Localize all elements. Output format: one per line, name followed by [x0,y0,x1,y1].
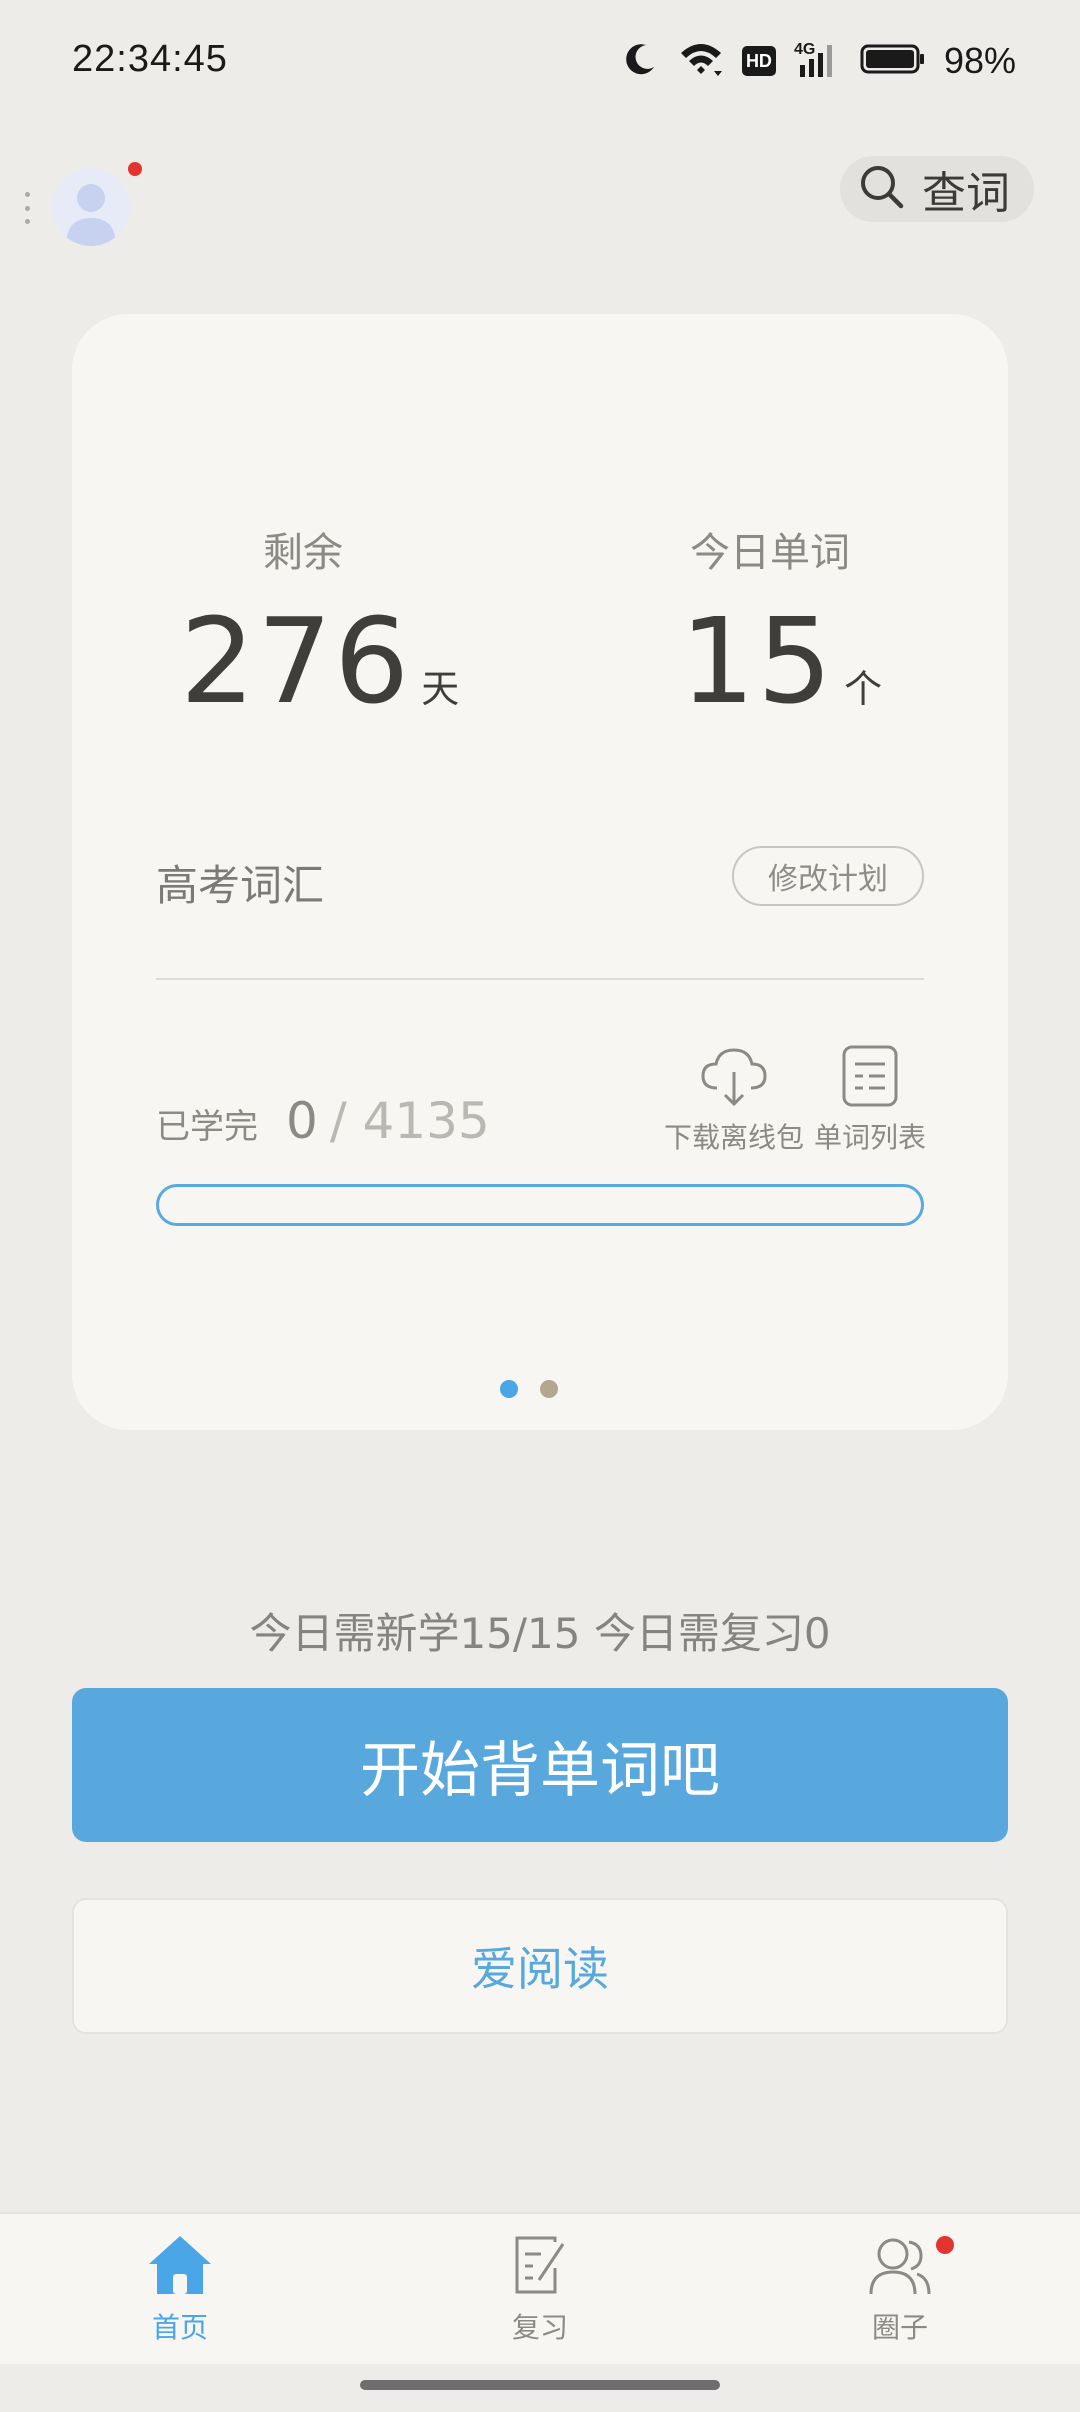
home-indicator[interactable] [360,2380,720,2390]
plan-name: 高考词汇 [156,861,325,910]
remaining-unit: 天 [421,667,460,711]
status-time: 22:34:45 [72,38,228,80]
cloud-download-icon [699,1044,769,1112]
today-summary: 今日需新学15/15 今日需复习0 [249,1609,831,1658]
pager-dot-1[interactable] [500,1380,518,1398]
reading-button[interactable]: 爱阅读 [72,1898,1008,2034]
user-icon [66,184,116,246]
search-label: 查词 [922,168,1010,219]
learned-progress-text: 已学完 0 / 4135 [156,1092,490,1150]
status-icons: HD 4G 98% [620,34,1016,88]
review-icon [511,2234,569,2300]
search-icon [858,163,906,215]
nav-item-review[interactable]: 复习 [440,2214,640,2366]
bottom-nav: 首页 复习 圈子 [0,2212,1080,2364]
learned-total: / 4135 [329,1092,490,1150]
hd-icon: HD [741,46,776,76]
signal-icon: 4G [794,41,842,81]
remaining-value: 276 [180,592,412,730]
moon-icon [620,39,660,83]
learned-count: 0 [286,1092,318,1150]
divider [156,978,924,980]
word-list-button[interactable]: 单词列表 [810,1044,930,1156]
learned-label: 已学完 [156,1107,258,1147]
nav-label-review: 复习 [511,2311,568,2344]
pager-dot-2[interactable] [540,1380,558,1398]
download-offline-label: 下载离线包 [664,1121,805,1154]
search-button[interactable]: 查词 [840,156,1034,222]
start-learning-button[interactable]: 开始背单词吧 [72,1688,1008,1842]
today-words: 15 个 [680,592,882,730]
nav-item-home[interactable]: 首页 [80,2214,280,2366]
home-icon [147,2234,213,2300]
learned-progress-bar [156,1184,924,1226]
avatar[interactable] [52,168,130,246]
today-words-unit: 个 [844,667,883,711]
notification-badge [128,162,142,176]
menu-handle[interactable] [22,192,32,224]
word-list-label: 单词列表 [813,1121,926,1154]
edit-plan-button[interactable]: 修改计划 [732,846,924,906]
community-icon [867,2234,933,2300]
today-words-label: 今日单词 [690,530,850,576]
remaining-label: 剩余 [263,530,343,576]
nav-label-home: 首页 [151,2311,208,2344]
word-list-icon [841,1044,899,1112]
remaining-days: 276 天 [180,592,459,730]
today-words-value: 15 [680,592,835,730]
battery-icon [860,42,926,80]
battery-percent: 98% [943,40,1016,81]
download-offline-button[interactable]: 下载离线包 [664,1044,804,1156]
wifi-icon [678,39,724,83]
community-badge [936,2236,954,2254]
nav-item-community[interactable]: 圈子 [800,2214,1000,2366]
nav-label-community: 圈子 [871,2311,928,2344]
